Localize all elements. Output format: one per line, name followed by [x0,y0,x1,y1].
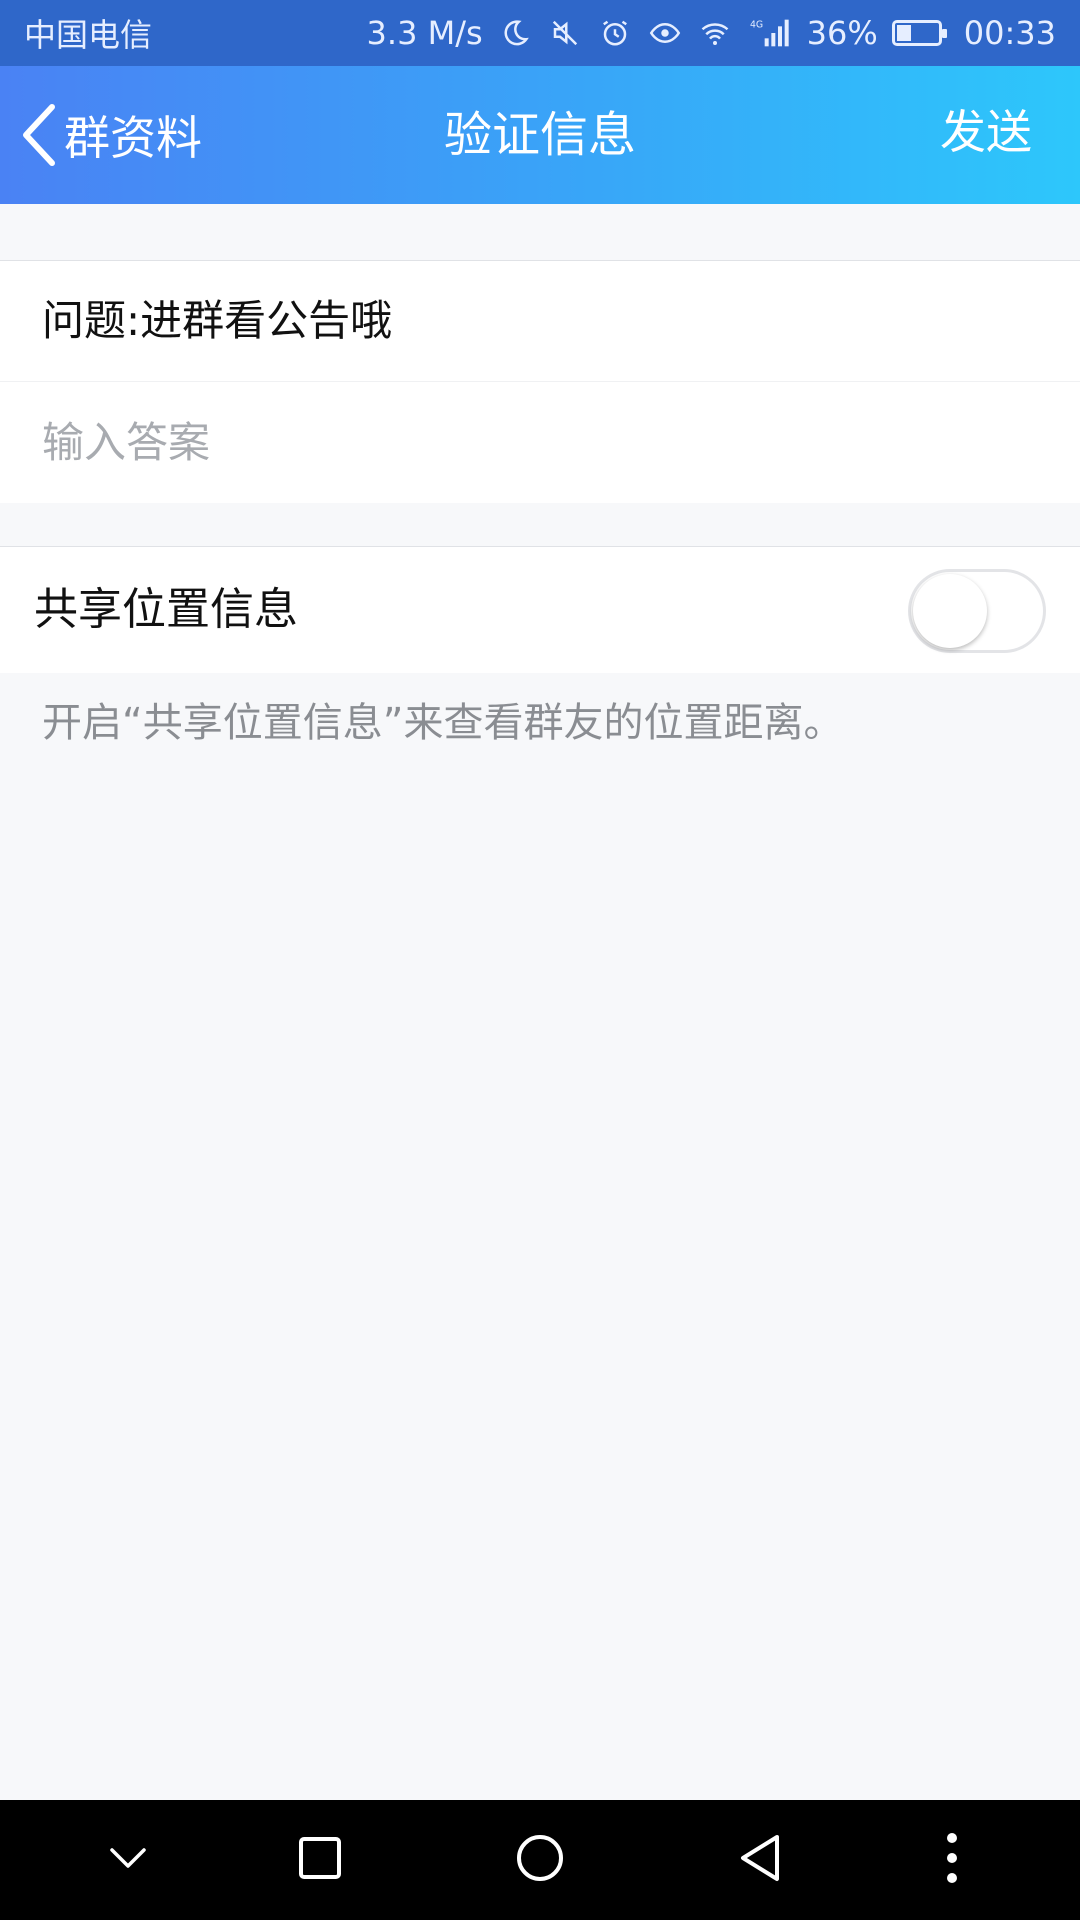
nav-back-button[interactable] [710,1800,810,1920]
nav-hide-button[interactable] [78,1800,178,1920]
answer-input[interactable] [0,382,1080,502]
alarm-icon [597,15,633,51]
more-vertical-icon [946,1832,958,1888]
location-share-row: 共享位置信息 [0,546,1080,673]
eye-icon [647,15,683,51]
triangle-back-icon [737,1833,783,1887]
clock: 00:33 [963,14,1056,52]
nav-recents-button[interactable] [270,1800,370,1920]
status-icons: 3.3 M/s 4G 36% 00:33 [367,14,1056,52]
toggle-knob [913,574,987,648]
question-card: 问题:进群看公告哦 [0,260,1080,503]
signal-icon: 4G [747,15,793,51]
chevron-down-icon [108,1846,148,1874]
carrier-name: 中国电信 [24,16,153,54]
status-bar: 中国电信 3.3 M/s 4G 36% 00:33 [0,0,1080,66]
page-title: 验证信息 [443,107,636,163]
moon-icon [497,15,533,51]
wifi-icon [697,15,733,51]
nav-home-button[interactable] [490,1800,590,1920]
square-icon [298,1836,342,1884]
title-bar: 群资料 验证信息 发送 [0,66,1080,204]
screen: 中国电信 3.3 M/s 4G 36% 00:33 群资料 验证信息 发送 问题… [0,0,1080,1920]
battery-percent: 36% [806,14,878,52]
nav-bar [0,1800,1080,1920]
network-type: 4G [750,20,763,31]
battery-icon [891,20,947,46]
network-speed: 3.3 M/s [366,14,483,52]
mute-icon [547,15,583,51]
send-button[interactable]: 发送 [940,66,1032,204]
location-share-hint: 开启“共享位置信息”来查看群友的位置距离。 [42,700,844,746]
circle-icon [515,1833,565,1887]
location-share-toggle[interactable] [908,569,1046,653]
question-text: 问题:进群看公告哦 [0,261,1080,382]
location-share-label: 共享位置信息 [34,584,298,635]
nav-more-button[interactable] [902,1800,1002,1920]
